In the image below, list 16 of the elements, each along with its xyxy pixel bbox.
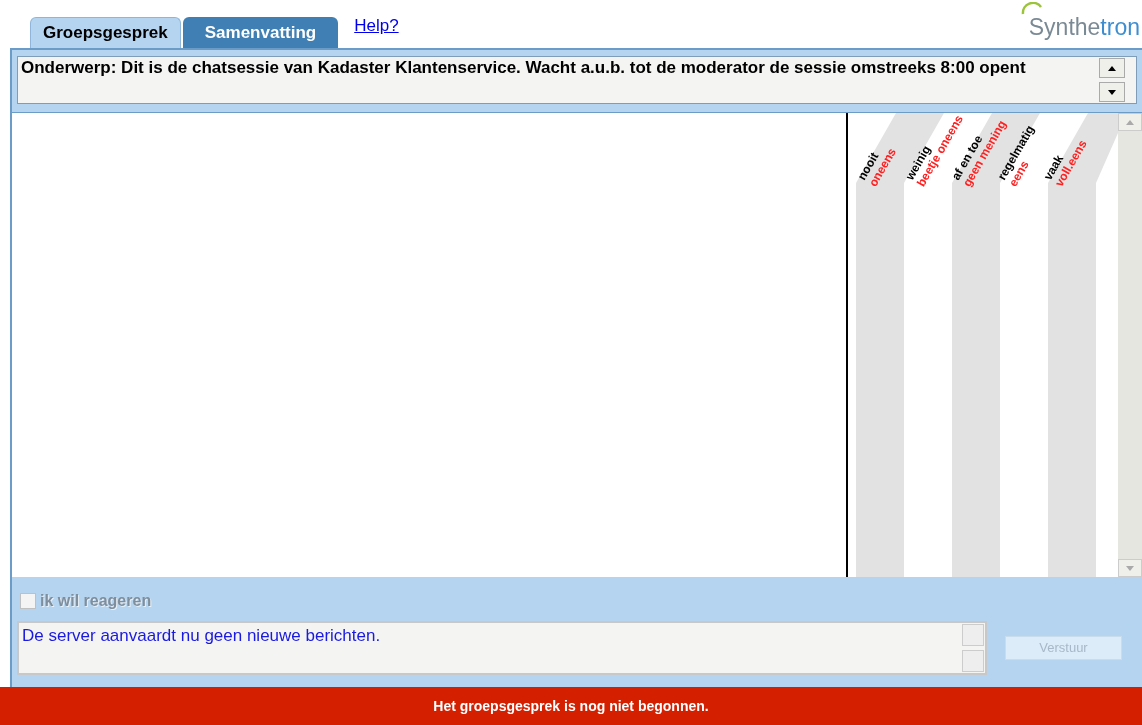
tab[interactable]: Groepsgesprek [30, 17, 181, 48]
help-link[interactable]: Help? [354, 12, 399, 38]
status-bar: Het groepsgesprek is nog niet begonnen. [0, 687, 1142, 725]
arrow-up-icon [1126, 119, 1134, 125]
logo-text: Synthetron [1028, 12, 1140, 42]
message-field[interactable]: De server aanvaardt nu geen nieuwe berichten. [17, 621, 987, 675]
react-label: ik wil reageren [40, 591, 152, 611]
scroll-up-button[interactable] [1099, 58, 1125, 78]
arrow-down-icon [1108, 89, 1116, 95]
arrow-down-icon [1126, 565, 1134, 571]
topic-text: Onderwerp: Dit is de chatsessie van Kadaster Klantenservice. Wacht a.u.b. tot de moderator de sessie omstreeks 8:00 opent [20, 57, 1027, 79]
logo-icon [1020, 1, 1043, 16]
arrow-up-icon [1108, 65, 1116, 71]
tab[interactable]: Samenvatting [182, 17, 339, 48]
scroll-down-button[interactable] [1099, 82, 1125, 102]
scrollbar[interactable] [1118, 113, 1142, 577]
